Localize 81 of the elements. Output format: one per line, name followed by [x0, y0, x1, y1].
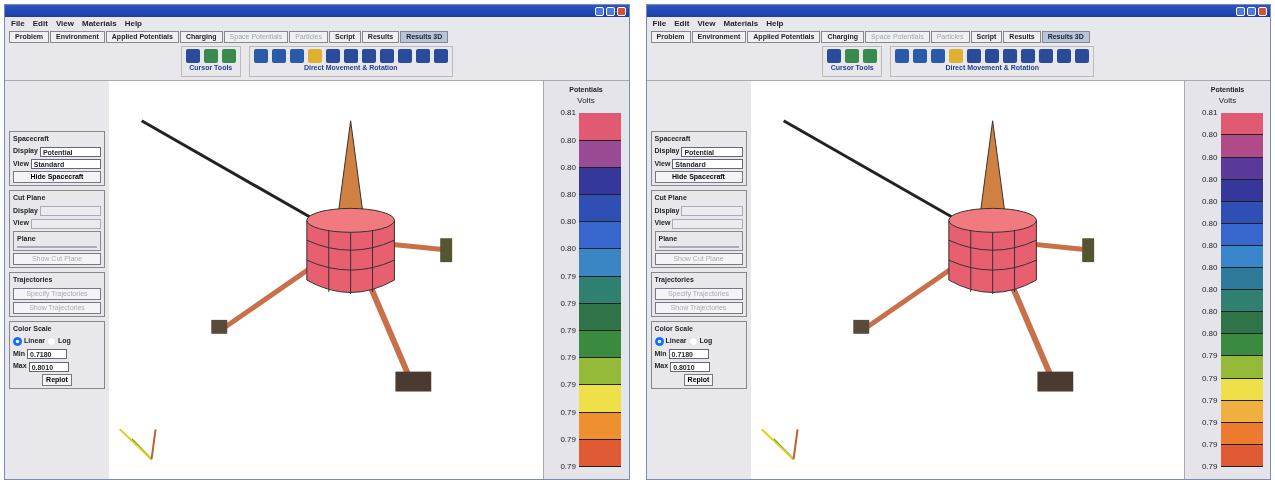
tool-icon[interactable] [863, 49, 878, 64]
minimize-button[interactable] [594, 6, 604, 16]
tick-label: 0.79 [1200, 396, 1219, 405]
tick-label: 0.79 [1200, 440, 1219, 449]
menu-item[interactable]: Materials [82, 18, 117, 30]
plane-field[interactable] [658, 246, 739, 249]
tool-icon[interactable] [1003, 49, 1018, 64]
tick-label: 0.80 [1200, 241, 1219, 250]
tick-label: 0.79 [559, 381, 577, 390]
tool-icon[interactable] [931, 49, 946, 64]
tick-label: 0.80 [559, 163, 577, 172]
tool-icon[interactable] [415, 49, 430, 64]
tool-icon[interactable] [913, 49, 928, 64]
maximize-button[interactable] [605, 6, 615, 16]
tick-label: 0.79 [1200, 462, 1219, 471]
tool-icon[interactable] [343, 49, 358, 64]
tool-icon[interactable] [397, 49, 412, 64]
tick-label: 0.80 [1200, 175, 1219, 184]
tick-label: 0.80 [559, 191, 577, 199]
tick-label: 0.81 [1200, 109, 1219, 118]
tool-icon[interactable] [985, 49, 1000, 64]
tick-label: 0.79 [1200, 418, 1219, 427]
tick-label: 0.79 [1200, 352, 1219, 361]
tool-icon[interactable] [967, 49, 982, 64]
tick-label: 0.79 [559, 354, 577, 363]
plane-field[interactable] [17, 246, 97, 249]
tool-icon[interactable] [253, 49, 268, 64]
tool-icon[interactable] [361, 49, 376, 64]
menu-item[interactable]: Edit [674, 18, 690, 30]
tick-label: 0.79 [559, 299, 577, 308]
close-button[interactable] [1258, 6, 1267, 16]
axis-triad-icon [118, 428, 157, 461]
tool-icon[interactable] [845, 49, 860, 64]
close-button[interactable] [616, 6, 626, 16]
tool-icon[interactable] [1075, 49, 1090, 64]
tool-icon[interactable] [185, 49, 200, 64]
tick-label: 0.81 [559, 109, 577, 118]
minimize-button[interactable] [1236, 6, 1245, 16]
tick-label: 0.79 [559, 272, 577, 281]
tick-label: 0.80 [1200, 219, 1219, 228]
menu-item[interactable]: Help [124, 18, 142, 30]
menu-item[interactable]: Materials [723, 18, 759, 30]
menu-item[interactable]: File [11, 18, 25, 30]
tick-label: 0.80 [1200, 153, 1219, 162]
legend-unit: Volts [1218, 95, 1237, 108]
menu-item[interactable]: Help [766, 18, 784, 30]
tool-icon[interactable] [895, 49, 910, 64]
axis-triad-icon [760, 428, 799, 461]
radio-button[interactable] [654, 337, 664, 347]
tool-icon[interactable] [379, 49, 394, 64]
tool-icon[interactable] [325, 49, 340, 64]
menu-item[interactable]: View [697, 18, 716, 30]
tick-label: 0.79 [559, 327, 577, 335]
tool-icon[interactable] [221, 49, 236, 64]
menu-item[interactable]: View [55, 18, 74, 30]
tick-label: 0.79 [1200, 374, 1219, 383]
tick-label: 0.80 [1200, 264, 1219, 273]
tick-label: 0.79 [559, 408, 577, 417]
tick-label: 0.80 [559, 245, 577, 254]
tool-icon[interactable] [827, 49, 842, 64]
tool-icon[interactable] [1039, 49, 1054, 64]
tool-icon[interactable] [203, 49, 218, 64]
legend-unit: Volts [577, 95, 595, 108]
tool-icon[interactable] [289, 49, 304, 64]
tick-label: 0.80 [1200, 330, 1219, 339]
tick-label: 0.79 [559, 435, 577, 444]
tool-icon[interactable] [271, 49, 286, 64]
tool-icon[interactable] [1021, 49, 1036, 64]
menu-item[interactable]: File [652, 18, 667, 30]
maximize-button[interactable] [1247, 6, 1256, 16]
tick-label: 0.80 [559, 136, 577, 145]
tick-label: 0.79 [559, 463, 577, 472]
tick-label: 0.80 [1200, 308, 1219, 317]
tool-icon[interactable] [433, 49, 448, 64]
radio-button[interactable] [13, 337, 22, 347]
tick-label: 0.80 [1200, 286, 1219, 295]
tick-label: 0.80 [1200, 197, 1219, 206]
tick-label: 0.80 [559, 218, 577, 227]
menu-item[interactable]: Edit [32, 18, 48, 30]
tick-label: 0.80 [1200, 131, 1219, 140]
tool-icon[interactable] [1057, 49, 1072, 64]
